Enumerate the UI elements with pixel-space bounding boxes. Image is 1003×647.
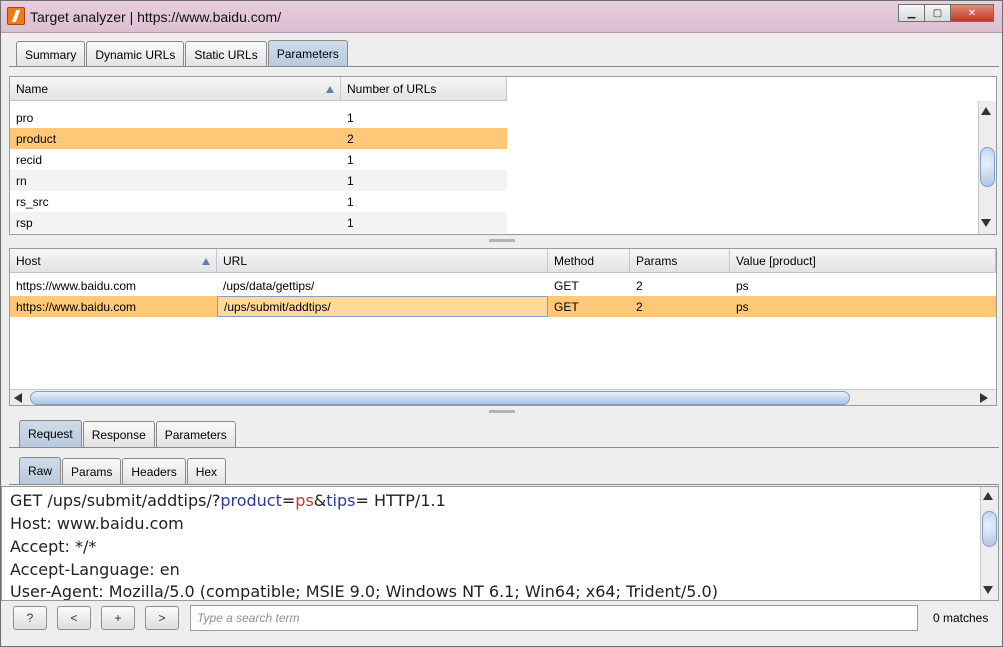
- sort-ascending-icon: [326, 86, 334, 93]
- header-line-accept: Accept: */*: [10, 537, 97, 556]
- column-header-url[interactable]: URL: [217, 249, 548, 273]
- param-name: product: [220, 491, 282, 510]
- column-header-value-product[interactable]: Value [product]: [730, 249, 996, 273]
- previous-match-button[interactable]: <: [57, 606, 91, 630]
- table-row-selected[interactable]: https://www.baidu.com /ups/submit/addtip…: [10, 296, 996, 317]
- scrollbar-thumb[interactable]: [980, 147, 995, 187]
- target-analyzer-window: Target analyzer | https://www.baidu.com/…: [0, 0, 1003, 647]
- header-line-accept-language: Accept-Language: en: [10, 560, 180, 579]
- close-button[interactable]: ✕: [950, 4, 994, 22]
- tab-raw[interactable]: Raw: [19, 457, 62, 484]
- table-row-selected[interactable]: product 2: [10, 128, 507, 149]
- message-tabbar: Request Response Parameters: [19, 419, 237, 447]
- parameters-table: Name Number of URLs pro 1 product 2 reci…: [9, 76, 997, 235]
- burp-app-icon: [7, 7, 25, 25]
- tab-headers[interactable]: Headers: [122, 458, 186, 484]
- tab-divider: [9, 484, 999, 485]
- title-bar[interactable]: Target analyzer | https://www.baidu.com/…: [1, 1, 1002, 33]
- header-line-user-agent: User-Agent: Mozilla/5.0 (compatible; MSI…: [10, 582, 718, 601]
- urls-table: Host URL Method Params Value [product] h…: [9, 248, 997, 406]
- analyzer-tabbar: Summary Dynamic URLs Static URLs Paramet…: [16, 39, 349, 67]
- next-match-button[interactable]: >: [145, 606, 179, 630]
- tab-static-urls[interactable]: Static URLs: [185, 41, 267, 67]
- table-row[interactable]: rs_src 1: [10, 191, 507, 212]
- column-header-host[interactable]: Host: [10, 249, 217, 273]
- view-tabbar: Raw Params Headers Hex: [19, 456, 227, 484]
- scrollbar-thumb[interactable]: [30, 391, 850, 405]
- raw-request-editor[interactable]: GET /ups/submit/addtips/?product=ps&tips…: [1, 486, 999, 601]
- parameters-table-header: Name Number of URLs: [10, 77, 507, 101]
- scroll-left-icon[interactable]: [14, 393, 22, 403]
- search-bar: ? < + > 0 matches: [9, 603, 999, 633]
- table-row[interactable]: pro 1: [10, 107, 507, 128]
- tab-params[interactable]: Params: [62, 458, 122, 484]
- param-value: ps: [295, 491, 314, 510]
- parameters-vertical-scrollbar[interactable]: [978, 101, 996, 234]
- urls-horizontal-scrollbar[interactable]: [10, 389, 996, 405]
- window-controls: ▁ ▢ ✕: [898, 4, 994, 22]
- sort-ascending-icon: [202, 258, 210, 265]
- param-name: tips: [326, 491, 356, 510]
- help-button[interactable]: ?: [13, 606, 47, 630]
- add-option-button[interactable]: +: [101, 606, 135, 630]
- table-row[interactable]: rsp 1: [10, 212, 507, 233]
- tab-divider: [9, 447, 999, 448]
- table-row[interactable]: recid 1: [10, 149, 507, 170]
- column-header-name[interactable]: Name: [10, 77, 341, 101]
- splitter-handle[interactable]: [489, 239, 515, 242]
- search-input[interactable]: [190, 605, 918, 631]
- scroll-right-icon[interactable]: [980, 393, 988, 403]
- window-title: Target analyzer | https://www.baidu.com/: [30, 9, 282, 25]
- table-row[interactable]: https://www.baidu.com /ups/data/gettips/…: [10, 275, 996, 296]
- column-header-method[interactable]: Method: [548, 249, 630, 273]
- tab-request[interactable]: Request: [19, 420, 82, 447]
- scroll-up-icon[interactable]: [983, 492, 993, 500]
- column-header-params[interactable]: Params: [630, 249, 730, 273]
- scroll-up-icon[interactable]: [981, 107, 991, 115]
- tab-hex[interactable]: Hex: [186, 458, 227, 484]
- scrollbar-thumb[interactable]: [982, 511, 997, 547]
- column-header-number-of-urls[interactable]: Number of URLs: [341, 77, 507, 101]
- match-count: 0 matches: [933, 611, 989, 625]
- tab-response[interactable]: Response: [82, 421, 155, 447]
- minimize-button[interactable]: ▁: [898, 4, 924, 22]
- urls-table-header: Host URL Method Params Value [product]: [10, 249, 996, 273]
- maximize-button[interactable]: ▢: [924, 4, 950, 22]
- editor-vertical-scrollbar[interactable]: [980, 487, 998, 600]
- tab-divider: [9, 66, 999, 67]
- request-line: GET /ups/submit/addtips/?product=ps&tips…: [10, 491, 446, 510]
- tab-message-parameters[interactable]: Parameters: [155, 421, 236, 447]
- table-row[interactable]: rn 1: [10, 170, 507, 191]
- splitter-handle[interactable]: [489, 410, 515, 413]
- tab-dynamic-urls[interactable]: Dynamic URLs: [86, 41, 185, 67]
- scroll-down-icon[interactable]: [983, 586, 993, 594]
- tab-summary[interactable]: Summary: [16, 41, 86, 67]
- scroll-down-icon[interactable]: [981, 219, 991, 227]
- header-line-host: Host: www.baidu.com: [10, 514, 184, 533]
- tab-parameters[interactable]: Parameters: [267, 40, 348, 67]
